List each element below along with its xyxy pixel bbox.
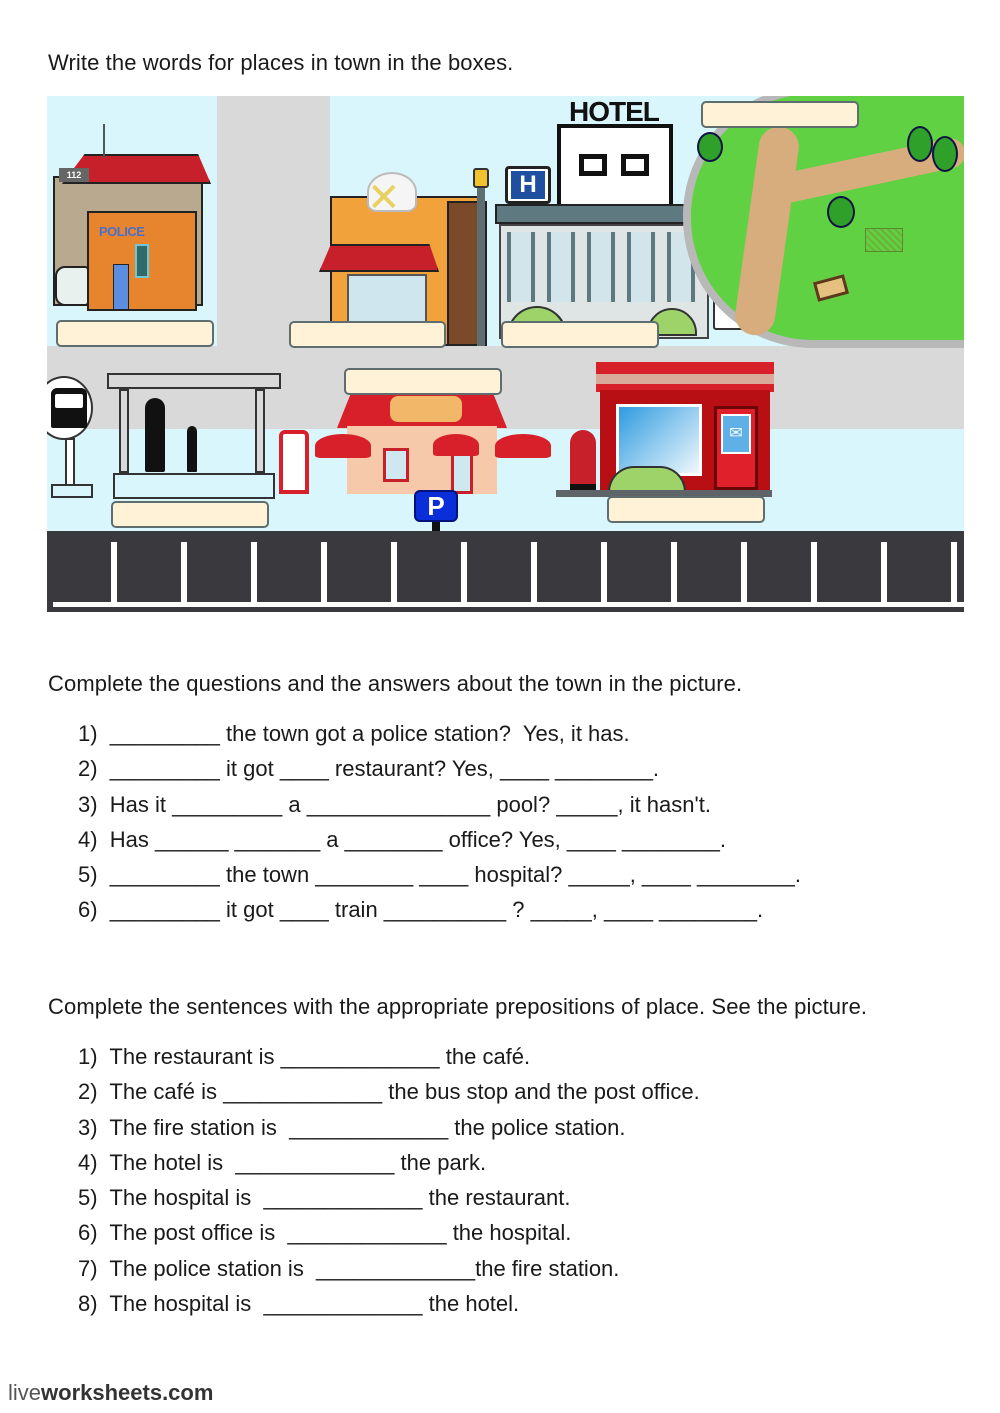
umbrella-icon: [433, 434, 479, 456]
lamp-head: [473, 168, 489, 188]
fork-knife-icon: ✕: [367, 176, 401, 220]
child-figure-icon: [187, 426, 197, 472]
sentence-item[interactable]: 7) The police station is _____________th…: [78, 1251, 700, 1286]
parking-sign: P: [414, 490, 458, 522]
hotel-tower: [557, 124, 673, 209]
tree-icon: [932, 136, 958, 172]
hospital-roof: [495, 204, 713, 224]
bus-stop-base: [51, 484, 93, 498]
phone-box: [279, 430, 309, 494]
question-item[interactable]: 5) _________ the town ________ ____ hosp…: [78, 857, 801, 892]
post-box: [570, 430, 596, 490]
cafe-building: [347, 426, 497, 494]
police-sign: POLICE: [99, 224, 145, 239]
sentence-item[interactable]: 2) The café is _____________ the bus sto…: [78, 1074, 700, 1109]
umbrella-icon: [495, 434, 551, 458]
police-door: [113, 264, 129, 310]
sentence-item[interactable]: 5) The hospital is _____________ the res…: [78, 1180, 700, 1215]
question-item[interactable]: 4) Has ______ _______ a ________ office?…: [78, 822, 801, 857]
answer-box-police-station[interactable]: [56, 320, 214, 347]
section3-instruction: Complete the sentences with the appropri…: [48, 994, 868, 1019]
shelter-post: [255, 389, 265, 473]
hospital-windows: [507, 232, 703, 302]
answer-box-post-office[interactable]: [607, 496, 765, 523]
tree-icon: [697, 132, 723, 162]
tree-icon: [827, 196, 855, 228]
answer-box-hospital[interactable]: [501, 321, 659, 348]
hospital-h-letter: H: [511, 171, 545, 199]
preposition-list: 1) The restaurant is _____________ the c…: [78, 1039, 700, 1321]
bus-stop-pole: [65, 438, 75, 488]
answer-box-bus-stop[interactable]: [111, 501, 269, 528]
sentence-item[interactable]: 4) The hotel is _____________ the park.: [78, 1145, 700, 1180]
question-item[interactable]: 1) _________ the town got a police stati…: [78, 716, 801, 751]
police-car: [55, 266, 89, 306]
adult-figure-icon: [145, 398, 165, 472]
road-edge-line: [53, 602, 964, 607]
hotel-window: [621, 154, 649, 176]
post-office-bush: [608, 466, 686, 492]
sentence-item[interactable]: 6) The post office is _____________ the …: [78, 1215, 700, 1250]
bus-icon-window: [55, 394, 83, 408]
hotel-window: [579, 154, 607, 176]
volleyball-net: [865, 228, 903, 252]
town-picture: 112 POLICE ✕ HOTEL H AMBULANCE ✚: [47, 96, 964, 612]
cafe-cup-sign: [390, 396, 462, 422]
section1-instruction: Write the words for places in town in th…: [48, 50, 514, 75]
sentence-item[interactable]: 8) The hospital is _____________ the hot…: [78, 1286, 700, 1321]
sentence-item[interactable]: 1) The restaurant is _____________ the c…: [78, 1039, 700, 1074]
answer-box-restaurant[interactable]: [289, 321, 446, 348]
envelope-icon: ✉: [721, 414, 751, 454]
shelter-post: [119, 389, 129, 473]
shelter-roof: [107, 373, 281, 389]
cafe-window: [383, 448, 409, 482]
section2-instruction: Complete the questions and the answers a…: [48, 671, 743, 696]
question-item[interactable]: 2) _________ it got ____ restaurant? Yes…: [78, 751, 801, 786]
question-item[interactable]: 6) _________ it got ____ train _________…: [78, 892, 801, 927]
sentence-item[interactable]: 3) The fire station is _____________ the…: [78, 1110, 700, 1145]
antenna: [103, 124, 105, 158]
street-lamp: [477, 174, 485, 346]
parking-lines: [47, 542, 964, 604]
logo-light-part: live: [8, 1380, 42, 1405]
post-office-sign-band: [596, 362, 774, 392]
fire-number-sign: 112: [59, 168, 89, 182]
answer-box-cafe[interactable]: [344, 368, 502, 395]
question-item[interactable]: 3) Has it _________ a _______________ po…: [78, 787, 801, 822]
shelter-platform: [113, 473, 275, 499]
answer-box-park[interactable]: [701, 101, 859, 128]
logo-bold-part: worksheets.com: [41, 1380, 214, 1405]
tree-icon: [907, 126, 933, 162]
restaurant-awning: [319, 244, 439, 272]
liveworksheets-logo[interactable]: liveworksheets.com: [8, 1380, 213, 1406]
police-window: [135, 244, 149, 278]
umbrella-icon: [315, 434, 371, 458]
question-list: 1) _________ the town got a police stati…: [78, 716, 801, 928]
